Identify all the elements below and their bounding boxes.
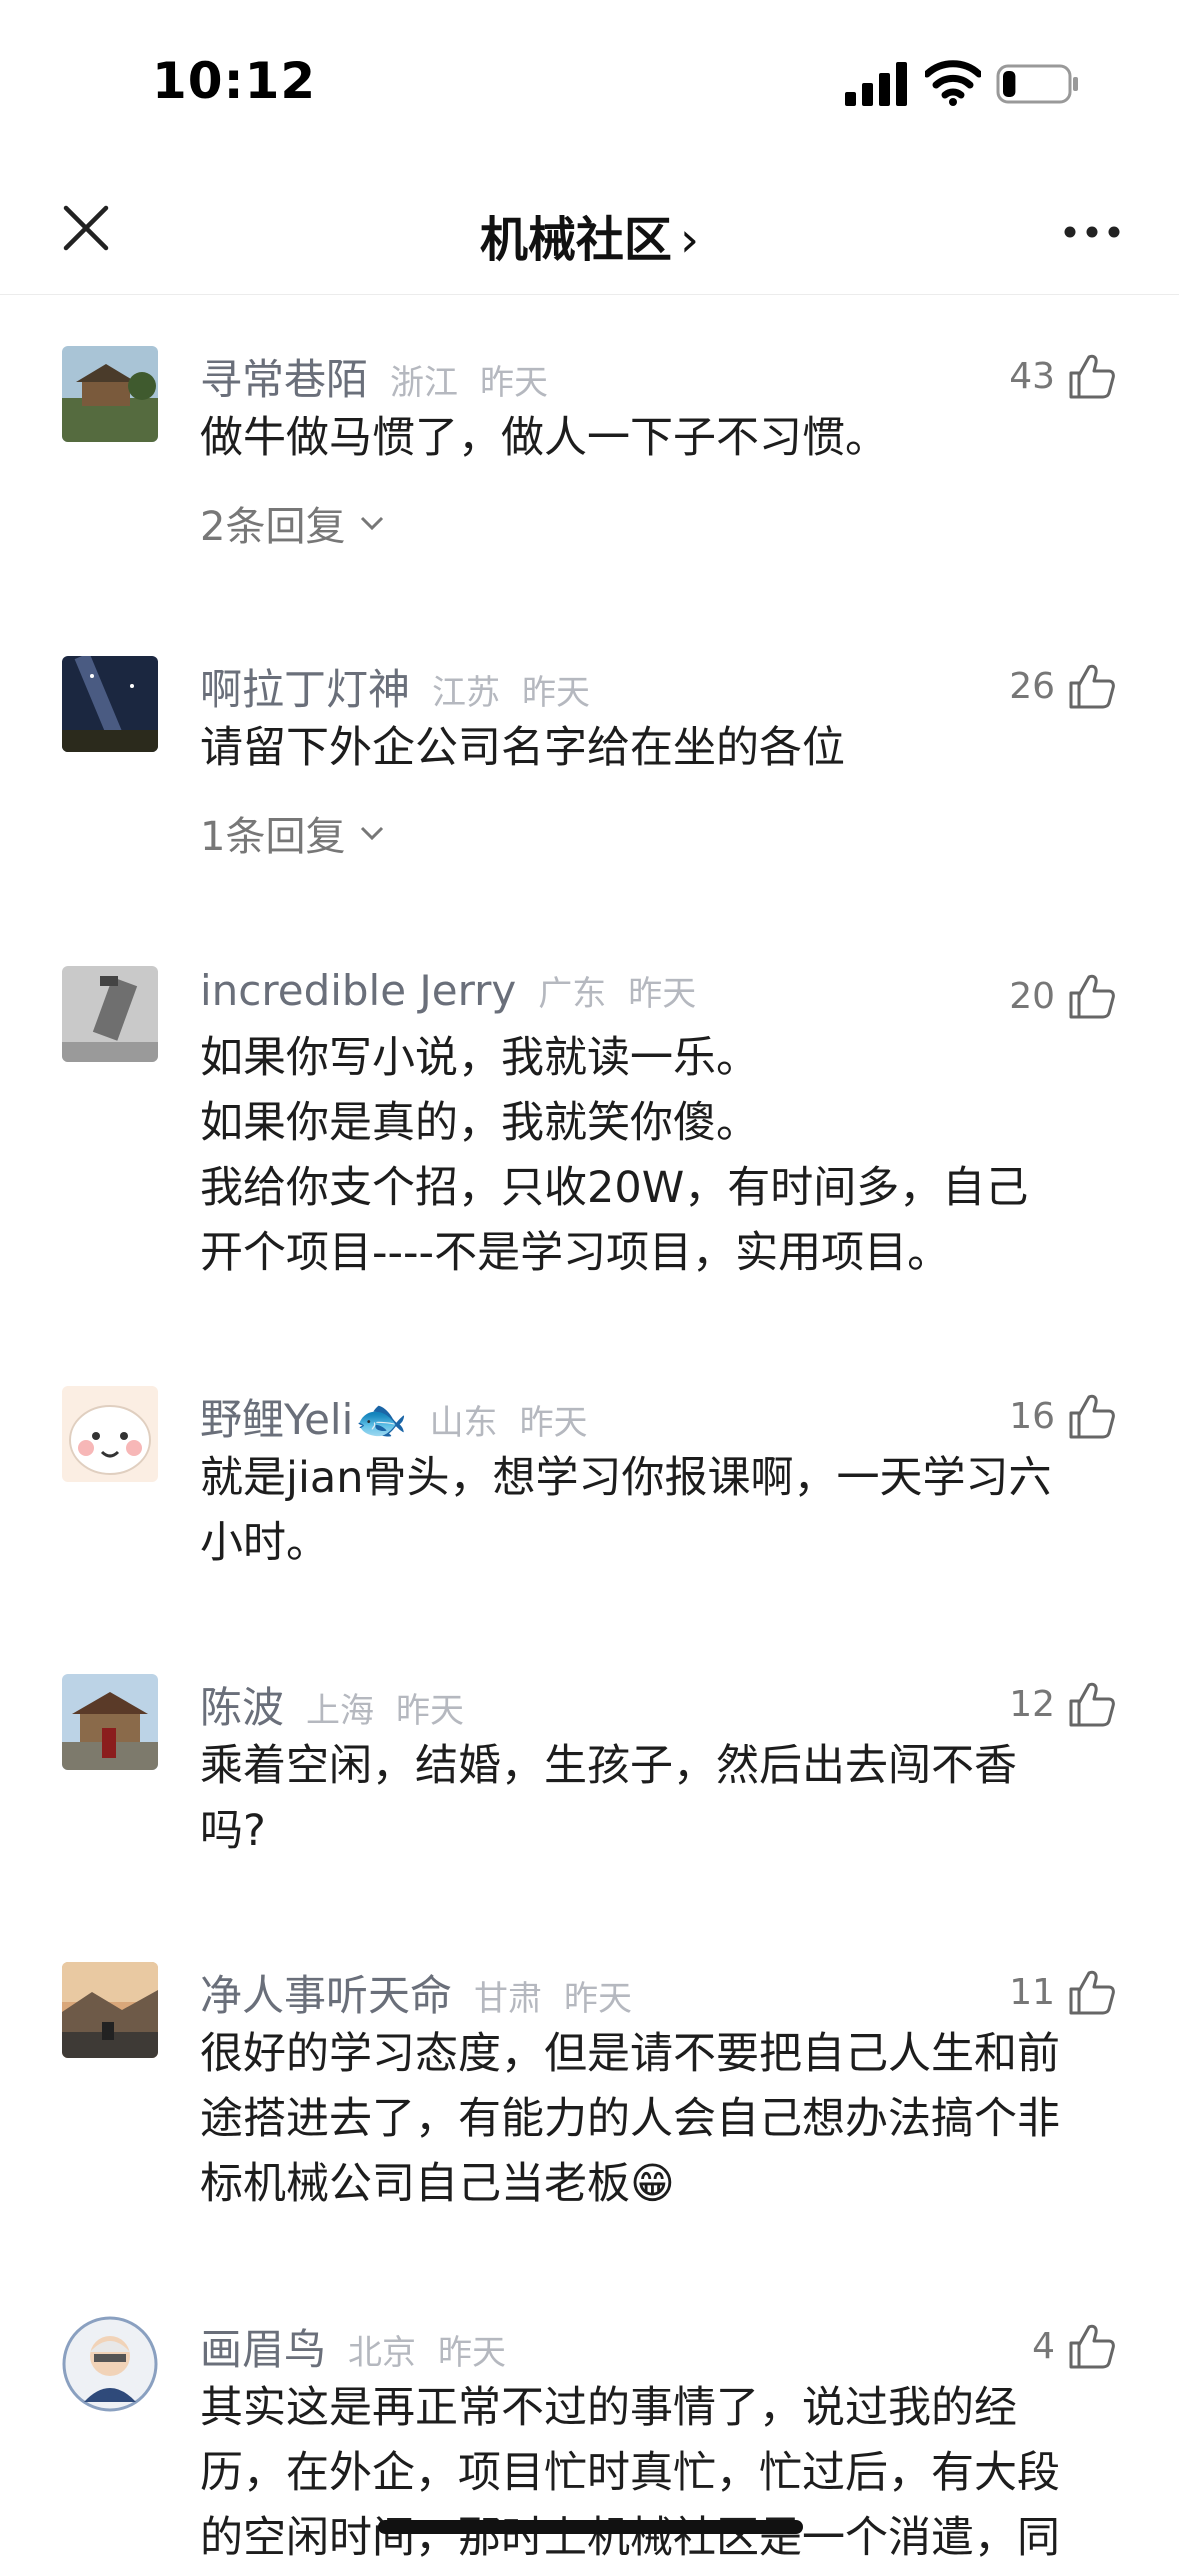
home-indicator[interactable] <box>378 2520 803 2534</box>
comment-line: 做牛做马惯了，做人一下子不习惯。 <box>200 413 888 463</box>
comment-line: 如果你写小说，我就读一乐。 <box>200 1033 759 1083</box>
comment-time: 昨天 <box>438 2333 507 2373</box>
chevron-right-icon: › <box>679 212 700 268</box>
thumbs-up-icon <box>1069 2324 1115 2369</box>
page-title[interactable]: 机械社区 › <box>0 200 1179 270</box>
thumbs-up-icon <box>1069 1970 1115 2015</box>
user-location: 江苏 <box>432 673 501 713</box>
battery-icon <box>996 64 1078 104</box>
comment-line: 小时。 <box>200 1518 329 1568</box>
comment-line: 历，在外企，项目忙时真忙，忙过后，有大段 <box>200 2448 1060 2498</box>
like-button[interactable]: 12 <box>1009 1678 1115 1730</box>
avatar[interactable] <box>62 346 158 442</box>
like-count: 43 <box>1009 355 1055 397</box>
chevron-down-icon <box>361 516 384 531</box>
like-count: 16 <box>1009 1395 1055 1437</box>
thumbs-up-icon <box>1069 664 1115 709</box>
comment-time: 昨天 <box>522 673 591 713</box>
comment-text: 乘着空闲，结婚，生孩子，然后出去闯不香 吗? <box>200 1734 1120 1864</box>
comment-text: 做牛做马惯了，做人一下子不习惯。 <box>200 406 1120 471</box>
comment-text: 很好的学习态度，但是请不要把自己人生和前 途搭进去了，有能力的人会自己想办法搞个… <box>200 2022 1120 2217</box>
avatar[interactable] <box>62 2316 158 2412</box>
like-count: 12 <box>1009 1683 1055 1725</box>
avatar[interactable] <box>62 656 158 752</box>
comment-line: 的空闲时间，那时上机械社区是一个消遣，同 <box>200 2513 1060 2563</box>
comment-text: 其实这是再正常不过的事情了，说过我的经 历，在外企，项目忙时真忙，忙过后，有大段… <box>200 2376 1120 2571</box>
user-location: 广东 <box>538 974 607 1014</box>
page-title-text: 机械社区 <box>479 212 672 268</box>
like-button[interactable]: 43 <box>1009 350 1115 402</box>
comment-line: 如果你是真的，我就笑你傻。 <box>200 1098 759 1148</box>
cellular-signal-icon <box>845 62 907 106</box>
wifi-icon <box>925 60 981 106</box>
like-button[interactable]: 26 <box>1009 660 1115 712</box>
user-location: 上海 <box>306 1691 375 1731</box>
comment-line: 乘着空闲，结婚，生孩子，然后出去闯不香 <box>200 1741 1017 1791</box>
comment-line: 我给你支个招，只收20W，有时间多，自己 <box>200 1163 1029 1213</box>
more-dots-icon[interactable] <box>1062 222 1122 242</box>
thumbs-up-icon <box>1069 974 1115 1019</box>
view-replies-link[interactable]: 2条回复 <box>200 494 385 552</box>
view-replies-link[interactable]: 1条回复 <box>200 804 385 862</box>
user-location: 山东 <box>429 1403 498 1443</box>
comment-line: 其实这是再正常不过的事情了，说过我的经 <box>200 2383 1017 2433</box>
comment-line: 请留下外企公司名字给在坐的各位 <box>200 723 845 773</box>
comment-line: 吗? <box>200 1806 266 1856</box>
chevron-down-icon <box>361 826 384 841</box>
thumbs-up-icon <box>1069 354 1115 399</box>
comment-time: 昨天 <box>396 1691 465 1731</box>
thumbs-up-icon <box>1069 1682 1115 1727</box>
avatar[interactable] <box>62 1386 158 1482</box>
fish-emoji-icon: 🐟 <box>355 1395 408 1444</box>
like-count: 4 <box>1032 2325 1055 2367</box>
comment-line: 就是jian骨头，想学习你报课啊，一天学习六 <box>200 1453 1052 1503</box>
like-count: 20 <box>1009 975 1055 1017</box>
comment-text: 请留下外企公司名字给在坐的各位 <box>200 716 1120 781</box>
username[interactable]: 啊拉丁灯神 <box>200 656 410 717</box>
comment-time: 昨天 <box>564 1979 633 2019</box>
comment-time: 昨天 <box>519 1403 588 1443</box>
reply-count: 1条回复 <box>200 814 346 860</box>
comment-time: 昨天 <box>480 363 549 403</box>
nav-bar: 机械社区 › <box>0 170 1179 295</box>
username[interactable]: incredible Jerry <box>200 966 516 1015</box>
username[interactable]: 净人事听天命 <box>200 1962 452 2023</box>
username[interactable]: 陈波 <box>200 1674 284 1735</box>
comment-time: 昨天 <box>628 974 697 1014</box>
comment-line: 标机械公司自己当老板😁 <box>200 2159 675 2209</box>
user-location: 甘肃 <box>474 1979 543 2019</box>
thumbs-up-icon <box>1069 1394 1115 1439</box>
comment-line: 很好的学习态度，但是请不要把自己人生和前 <box>200 2029 1060 2079</box>
avatar[interactable] <box>62 966 158 1062</box>
like-button[interactable]: 4 <box>1032 2320 1115 2372</box>
comment-line: 途搭进去了，有能力的人会自己想办法搞个非 <box>200 2094 1060 2144</box>
comment-text: 就是jian骨头，想学习你报课啊，一天学习六 小时。 <box>200 1446 1120 1576</box>
reply-count: 2条回复 <box>200 504 346 550</box>
status-time: 10:12 <box>152 52 317 110</box>
like-count: 11 <box>1009 1971 1055 2013</box>
avatar[interactable] <box>62 1962 158 2058</box>
username[interactable]: 野鲤Yeli <box>200 1386 353 1447</box>
like-button[interactable]: 11 <box>1009 1966 1115 2018</box>
comment-line: 开个项目----不是学习项目，实用项目。 <box>200 1228 951 1278</box>
username[interactable]: 寻常巷陌 <box>200 346 368 407</box>
like-button[interactable]: 20 <box>1009 970 1115 1022</box>
user-location: 浙江 <box>390 363 459 403</box>
user-location: 北京 <box>348 2333 417 2373</box>
avatar[interactable] <box>62 1674 158 1770</box>
status-bar: 10:12 <box>0 0 1179 170</box>
like-button[interactable]: 16 <box>1009 1390 1115 1442</box>
like-count: 26 <box>1009 665 1055 707</box>
comment-text: 如果你写小说，我就读一乐。 如果你是真的，我就笑你傻。 我给你支个招，只收20W… <box>200 1026 1120 1286</box>
username[interactable]: 画眉鸟 <box>200 2316 326 2377</box>
